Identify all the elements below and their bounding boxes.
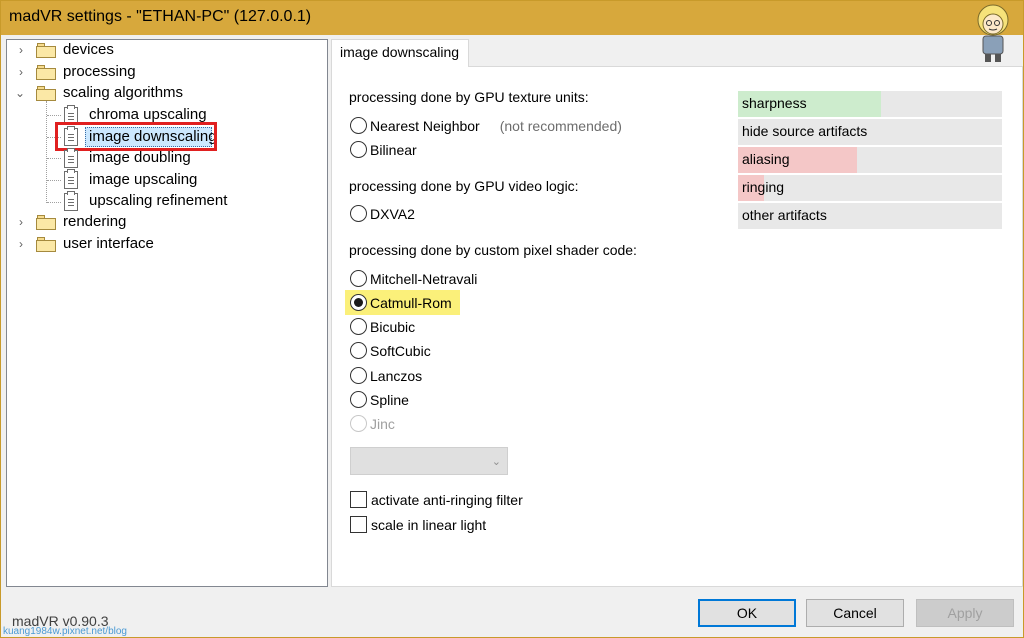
radio-label: Nearest Neighbor [370, 117, 480, 134]
folder-icon [36, 86, 56, 101]
tree-item-user-interface[interactable]: user interface [63, 235, 154, 253]
radio-circle [350, 117, 367, 134]
document-icon [64, 169, 78, 189]
checkbox-label: activate anti-ringing filter [371, 491, 523, 508]
chevron-right-icon[interactable]: › [15, 216, 27, 228]
radio-label: DXVA2 [370, 205, 415, 222]
tab-label: image downscaling [340, 44, 460, 60]
radio-circle [350, 205, 367, 222]
chevron-down-icon: ⌄ [491, 456, 501, 468]
tree-item-image-doubling[interactable]: image doubling [89, 149, 191, 167]
radio-bicubic[interactable]: Bicubic [350, 318, 415, 335]
tree-item-image-upscaling[interactable]: image upscaling [89, 171, 197, 189]
chevron-down-icon[interactable]: ⌄ [14, 87, 26, 99]
radio-circle [350, 391, 367, 408]
checkbox-linear-light[interactable]: scale in linear light [350, 516, 486, 533]
radio-circle [350, 342, 367, 359]
tree-guide-line [47, 202, 61, 203]
radio-nearest-neighbor[interactable]: Nearest Neighbor (not recommended) [350, 117, 622, 134]
radio-lanczos[interactable]: Lanczos [350, 367, 422, 384]
quality-ringing: ringing [738, 175, 1002, 201]
folder-icon [36, 43, 56, 58]
tree-item-scaling-algorithms[interactable]: scaling algorithms [63, 84, 183, 102]
section-gpu-texture-label: processing done by GPU texture units: [349, 89, 589, 105]
cancel-button[interactable]: Cancel [806, 599, 904, 627]
not-recommended-note: (not recommended) [499, 117, 622, 134]
mascot-icon [977, 4, 1009, 62]
radio-circle [350, 318, 367, 335]
radio-label: Bilinear [370, 141, 417, 158]
radio-softcubic[interactable]: SoftCubic [350, 342, 431, 359]
quality-label: ringing [742, 179, 785, 195]
settings-window: madVR settings - "ETHAN-PC" (127.0.0.1) … [0, 0, 1024, 638]
chevron-right-icon[interactable]: › [15, 44, 27, 56]
checkbox-anti-ringing[interactable]: activate anti-ringing filter [350, 491, 523, 508]
radio-circle [350, 141, 367, 158]
radio-spline[interactable]: Spline [350, 391, 409, 408]
tree-item-processing[interactable]: processing [63, 63, 136, 81]
quality-label: other artifacts [742, 207, 827, 223]
radio-circle [350, 415, 367, 432]
filter-taps-dropdown: ⌄ [350, 447, 508, 475]
tree-guide-line [46, 101, 47, 203]
tree-guide-line [47, 180, 61, 181]
radio-label: Jinc [370, 415, 395, 432]
folder-icon [36, 215, 56, 230]
chevron-right-icon[interactable]: › [15, 238, 27, 250]
quality-label: sharpness [742, 95, 807, 111]
watermark: kuang1984w.pixnet.net/blog [3, 626, 127, 637]
selection-highlight [55, 122, 217, 151]
quality-label: hide source artifacts [742, 123, 868, 139]
document-icon [64, 191, 78, 211]
title-bar: madVR settings - "ETHAN-PC" (127.0.0.1) [1, 1, 1023, 62]
checkbox-box [350, 516, 367, 533]
tree-item-upscaling-refinement[interactable]: upscaling refinement [89, 192, 227, 210]
quality-sharpness: sharpness [738, 91, 1002, 117]
quality-label: aliasing [742, 151, 790, 167]
tree-item-devices[interactable]: devices [63, 41, 114, 59]
radio-label: Spline [370, 391, 409, 408]
folder-icon [36, 65, 56, 80]
radio-jinc: Jinc [350, 415, 395, 432]
radio-dxva2[interactable]: DXVA2 [350, 205, 415, 222]
tab-image-downscaling[interactable]: image downscaling [331, 39, 469, 67]
apply-button: Apply [916, 599, 1014, 627]
checkbox-box [350, 491, 367, 508]
chevron-right-icon[interactable]: › [15, 66, 27, 78]
quality-aliasing: aliasing [738, 147, 1002, 173]
checkbox-label: scale in linear light [371, 516, 487, 533]
radio-circle [350, 367, 367, 384]
radio-circle-selected [350, 294, 367, 311]
folder-icon [36, 237, 56, 252]
radio-label: SoftCubic [370, 342, 431, 359]
radio-label: Catmull-Rom [370, 294, 452, 311]
tree-item-rendering[interactable]: rendering [63, 213, 126, 231]
section-gpu-video-label: processing done by GPU video logic: [349, 178, 579, 194]
quality-hide-source-artifacts: hide source artifacts [738, 119, 1002, 145]
radio-circle [350, 270, 367, 287]
radio-label: Mitchell-Netravali [370, 270, 478, 287]
radio-mitchell-netravali[interactable]: Mitchell-Netravali [350, 270, 477, 287]
section-pixel-shader-label: processing done by custom pixel shader c… [349, 242, 637, 258]
tree-guide-line [47, 158, 61, 159]
radio-catmull-rom[interactable]: Catmull-Rom [350, 294, 452, 311]
document-icon [64, 148, 78, 168]
window-title: madVR settings - "ETHAN-PC" (127.0.0.1) [9, 8, 312, 25]
radio-bilinear[interactable]: Bilinear [350, 141, 417, 158]
radio-label: Bicubic [370, 318, 416, 335]
ok-button[interactable]: OK [698, 599, 796, 627]
tree-guide-line [47, 115, 61, 116]
quality-other-artifacts: other artifacts [738, 203, 1002, 229]
radio-label: Lanczos [370, 367, 423, 384]
